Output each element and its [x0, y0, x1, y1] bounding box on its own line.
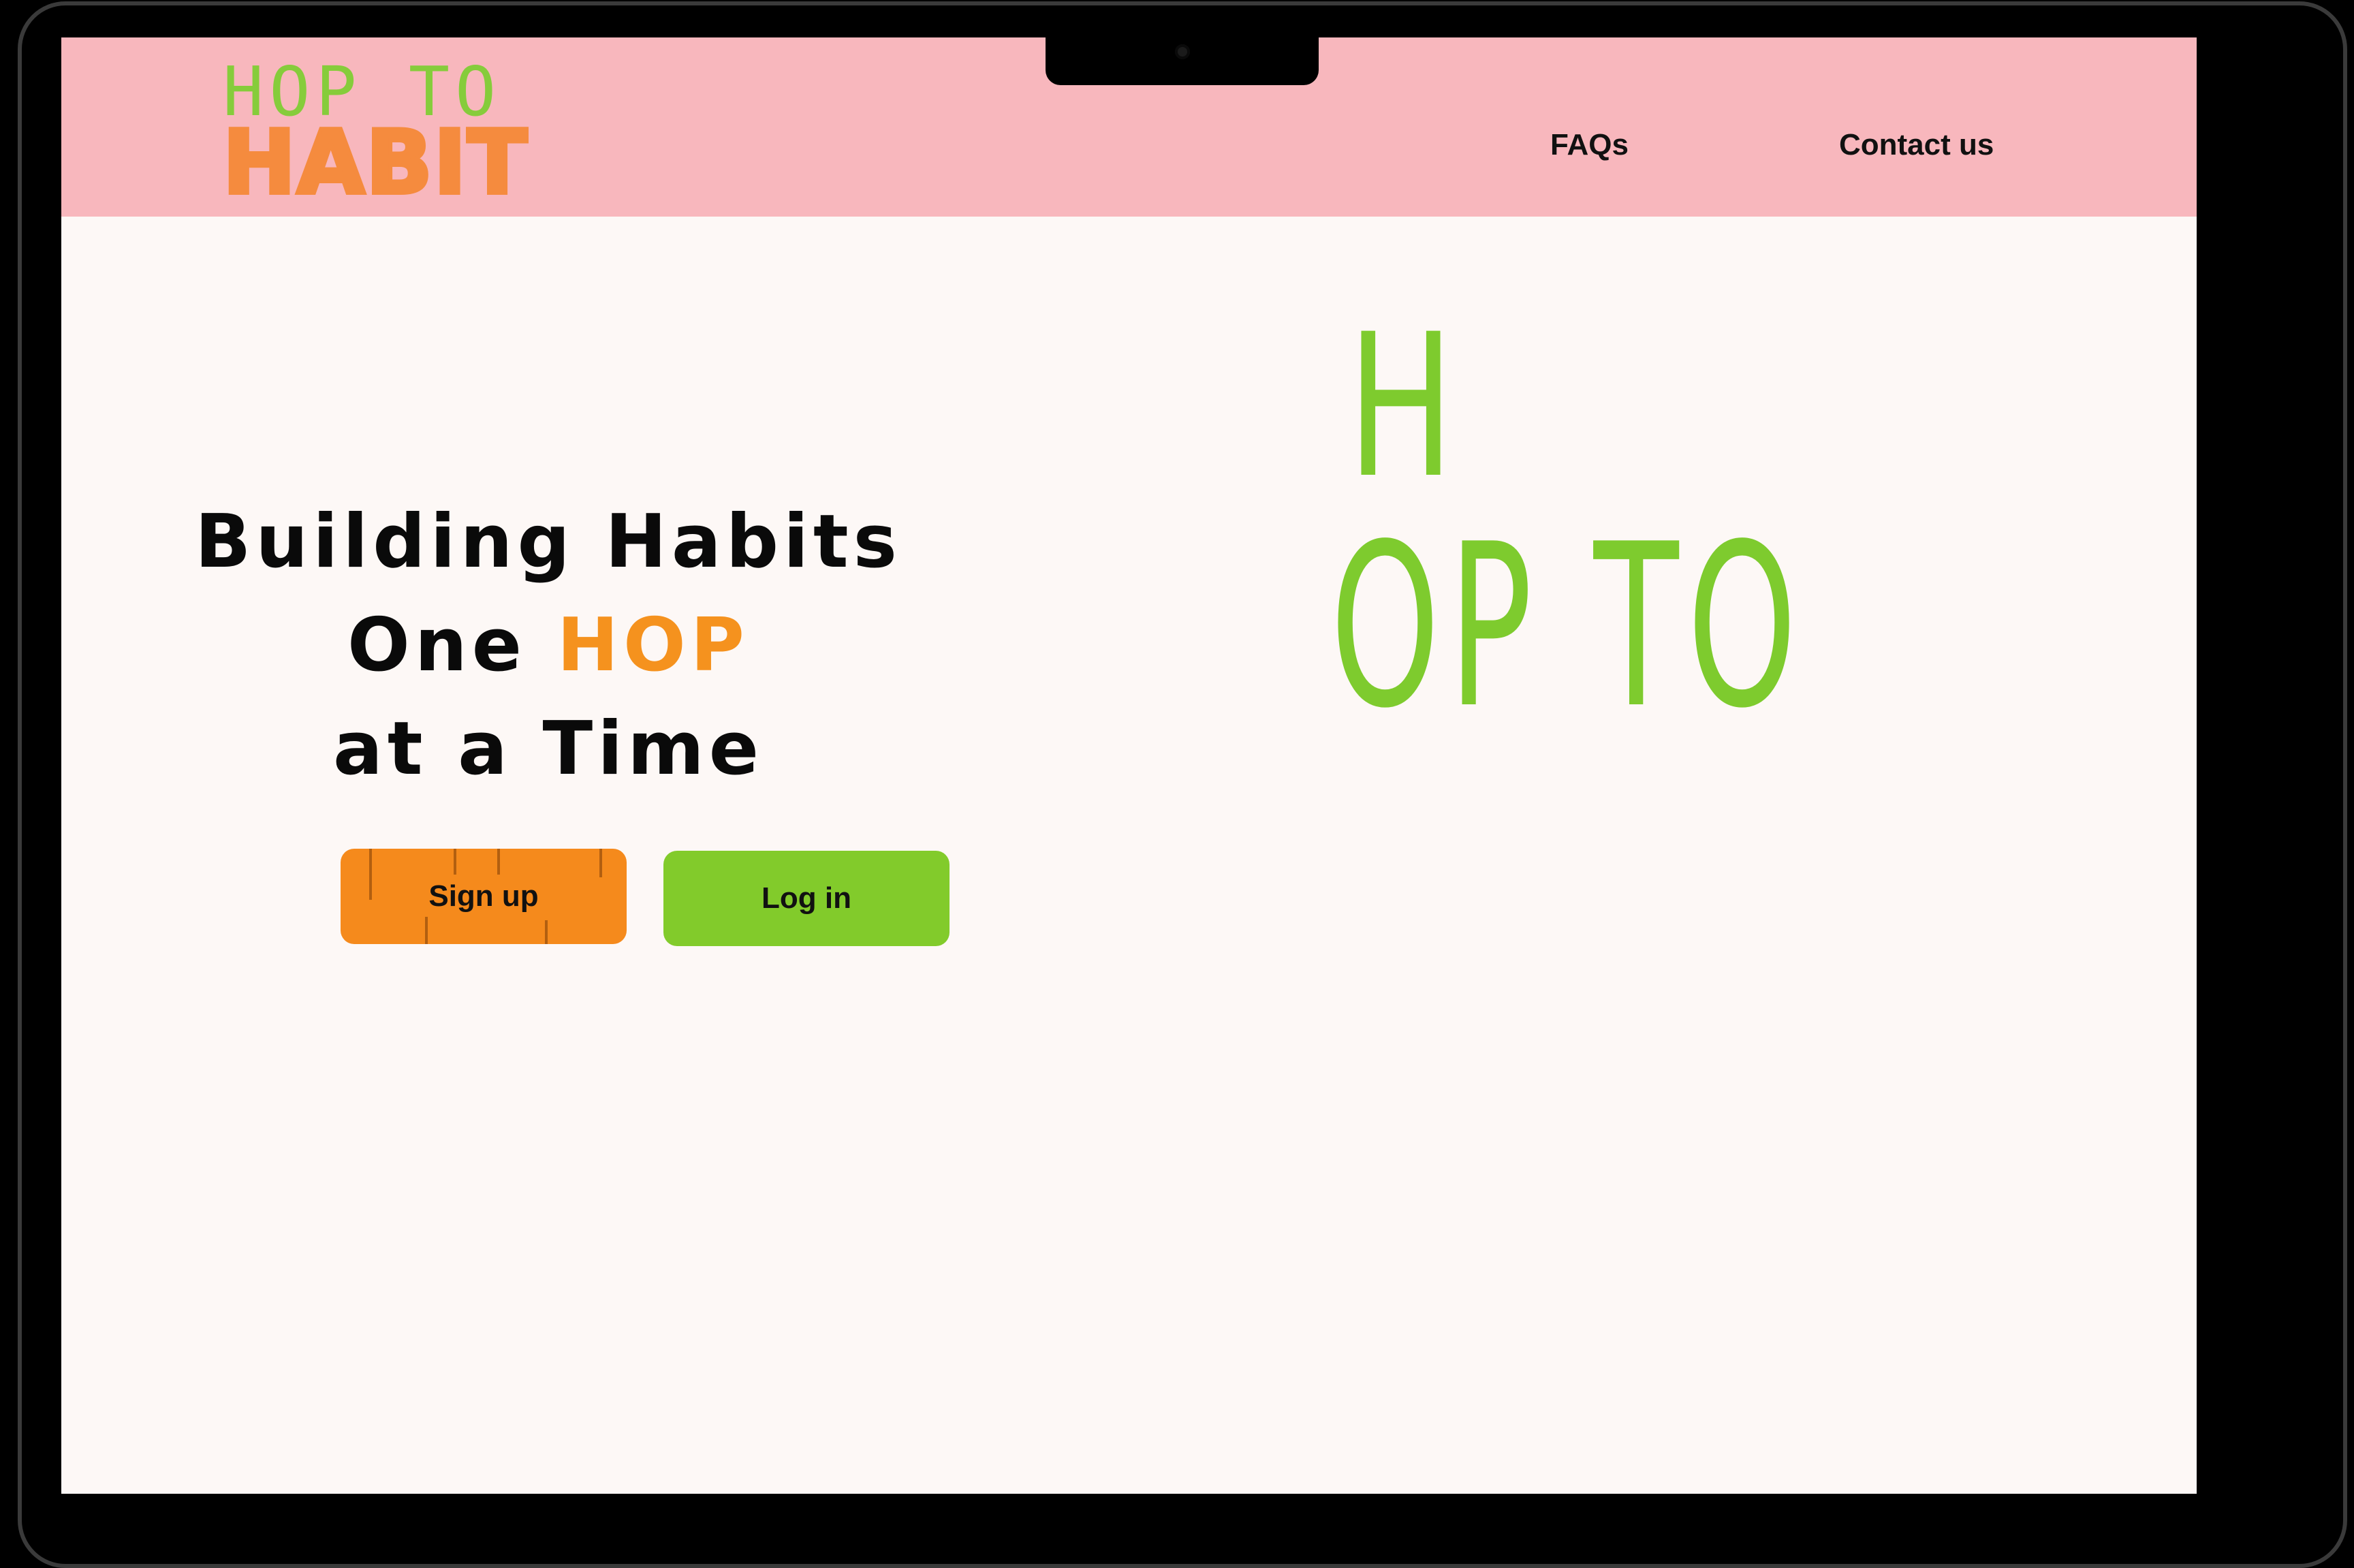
camera-icon [1174, 44, 1190, 59]
signup-button[interactable]: Sign up [341, 849, 627, 944]
nav-contact-link[interactable]: Contact us [1839, 128, 1994, 162]
button-texture-mark [454, 849, 456, 875]
animated-title-h: H [1347, 292, 1455, 522]
hero-accent-hop: HOP [556, 603, 749, 688]
logo[interactable]: HOP TO HABIT [221, 58, 529, 214]
signup-button-label: Sign up [428, 879, 539, 913]
hero-line-2-prefix: One [347, 603, 557, 688]
hero-line-1: Building Habits [195, 499, 902, 584]
login-button[interactable]: Log in [663, 851, 950, 946]
button-texture-mark [369, 849, 372, 900]
login-button-label: Log in [762, 881, 851, 915]
button-texture-mark [425, 917, 428, 944]
hero-line-3: at a Time [332, 706, 764, 791]
logo-line-2: HABIT [221, 112, 529, 214]
nav-faqs-link[interactable]: FAQs [1550, 128, 1629, 162]
button-texture-mark [497, 849, 500, 875]
camera-notch [1046, 37, 1319, 85]
hero-line-2: One HOP [157, 594, 940, 697]
animated-title-op-to: OP TO [1330, 496, 1806, 757]
button-texture-mark [599, 849, 602, 877]
button-texture-mark [545, 920, 548, 944]
screen: HOP TO HABIT FAQs Contact us Building Ha… [61, 37, 2197, 1494]
hero-heading: Building Habits One HOP at a Time [157, 490, 940, 801]
